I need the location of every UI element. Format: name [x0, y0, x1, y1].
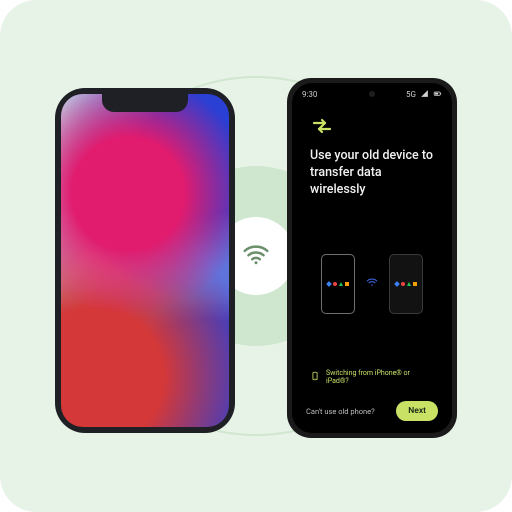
google-shapes: [327, 282, 349, 286]
iphone-notch: [102, 94, 188, 112]
device-pair-illustration: [292, 199, 452, 369]
google-shapes: [395, 282, 417, 286]
battery-icon: [433, 89, 442, 100]
signal-icon: [420, 89, 429, 100]
wizard-footer: Can't use old phone? Next: [292, 391, 452, 433]
cant-use-old-phone-link[interactable]: Can't use old phone?: [306, 407, 375, 416]
status-right-cluster: 5G: [406, 89, 442, 100]
network-label: 5G: [406, 90, 416, 99]
wifi-icon: [241, 239, 271, 273]
mini-old-device: [321, 254, 355, 314]
setup-wizard-screen: 9:30 5G Use your old device to tr: [292, 83, 452, 433]
setup-headline: Use your old device to transfer data wir…: [292, 142, 452, 199]
transfer-arrows-icon: [292, 106, 452, 142]
camera-punch-hole: [369, 91, 375, 97]
old-device-wallpaper: [61, 94, 229, 427]
new-device-phone: 9:30 5G Use your old device to tr: [287, 78, 457, 438]
old-device-phone: [55, 88, 235, 433]
switching-from-iphone-link[interactable]: Switching from iPhone® or iPad®?: [292, 369, 452, 391]
next-button[interactable]: Next: [396, 401, 438, 421]
switching-hint-text: Switching from iPhone® or iPad®?: [326, 369, 434, 385]
mini-new-device: [389, 254, 423, 314]
status-time: 9:30: [302, 90, 317, 99]
phone-iphone-icon: [310, 371, 320, 383]
promo-card: 9:30 5G Use your old device to tr: [0, 0, 512, 512]
mini-wifi-icon: [365, 274, 379, 293]
